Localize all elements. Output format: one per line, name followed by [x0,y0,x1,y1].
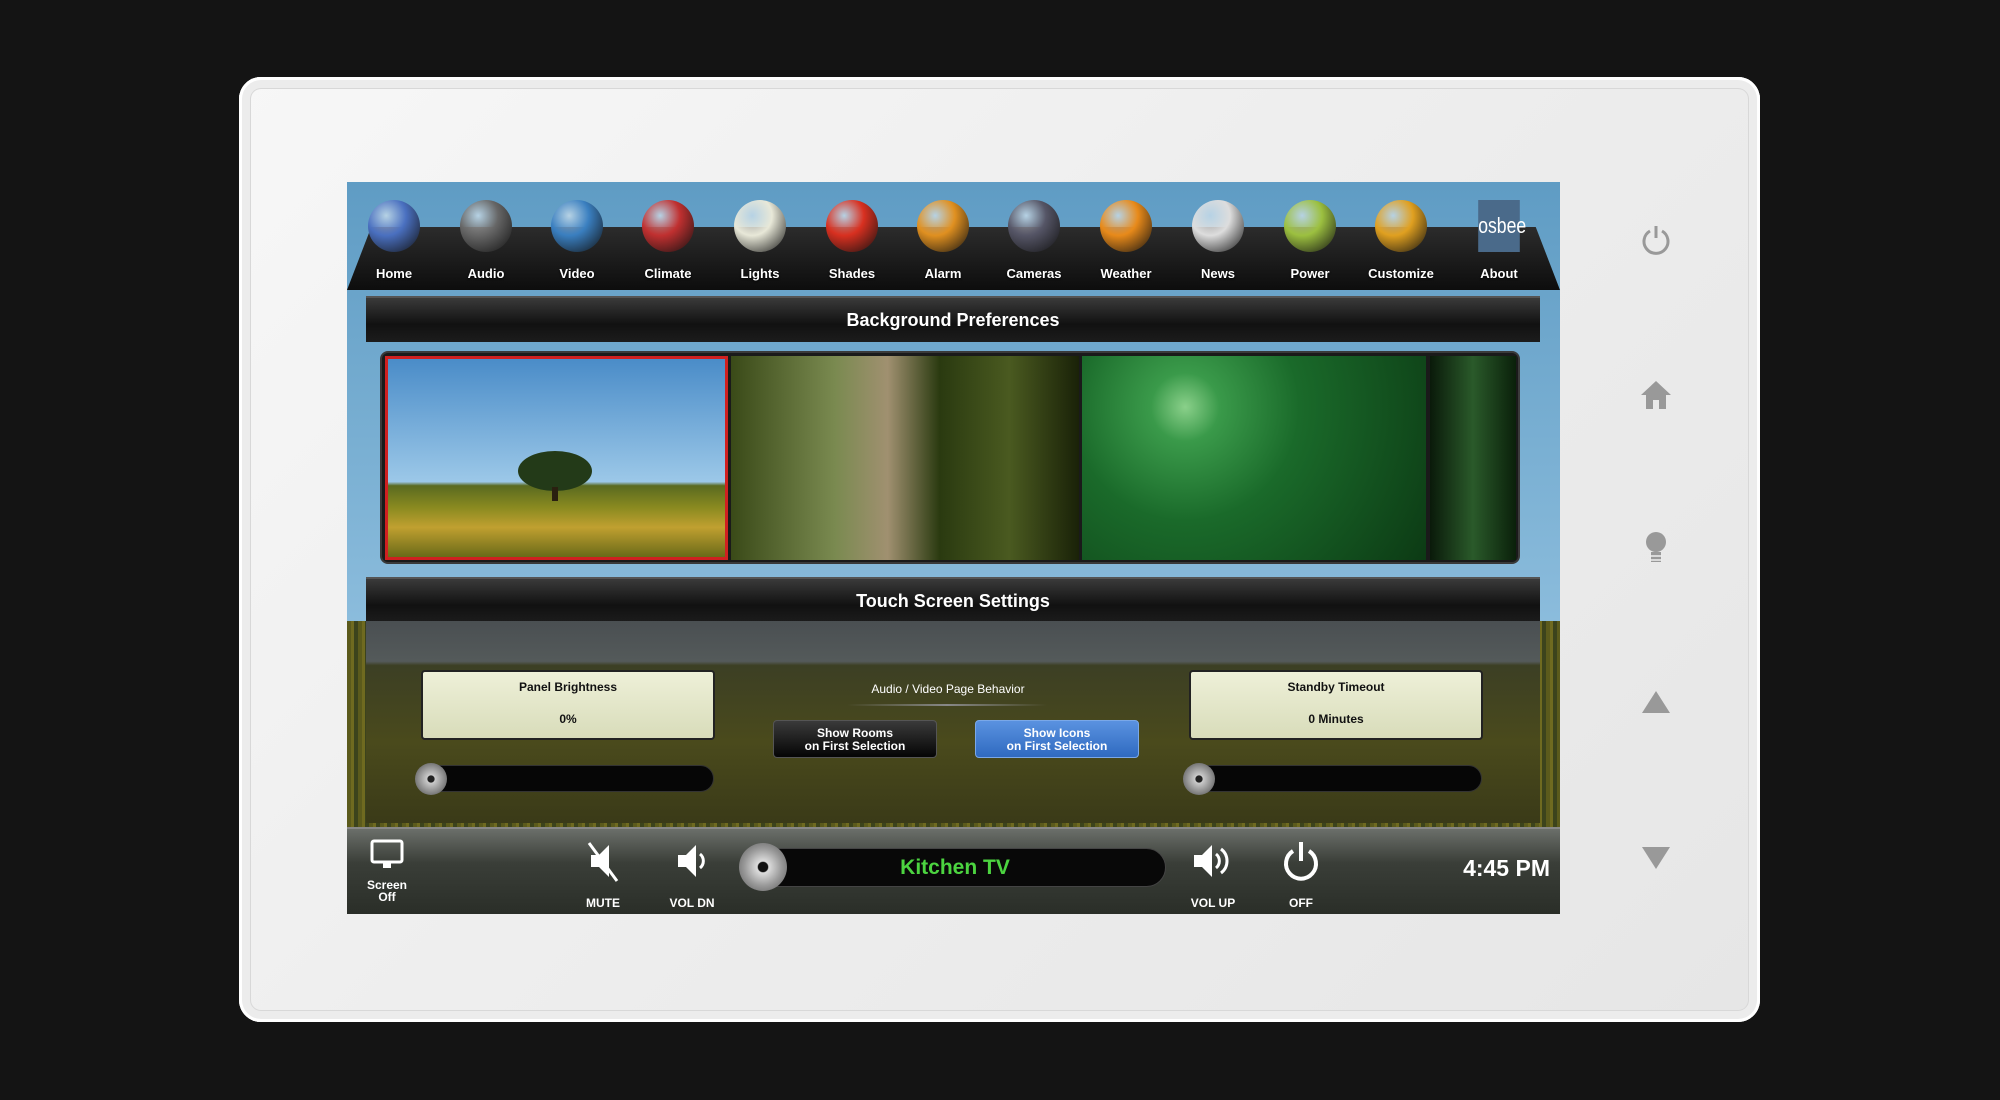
nav-item-label: Weather [1100,266,1152,281]
off-label: OFF [1289,896,1313,910]
nav-item-weather[interactable]: Weather [1086,200,1166,284]
nav-item-cameras[interactable]: Cameras [994,200,1074,284]
osbee-logo: osbee [1478,200,1526,252]
volume-down-icon [678,845,705,877]
touch-screen-settings-header: Touch Screen Settings [366,577,1540,623]
lightbulb-icon [1646,532,1666,562]
nav-item-power[interactable]: Power [1270,200,1350,284]
panel-brightness-display: Panel Brightness 0% [421,670,715,740]
nav-item-about[interactable]: osbee About [1459,200,1539,284]
tree-trunk [552,487,558,501]
vol-dn-label: VOL DN [669,896,715,910]
nav-item-audio[interactable]: Audio [446,200,526,284]
source-knob[interactable] [739,843,787,891]
button-line: Show Icons [1023,726,1091,740]
standby-timeout-slider[interactable] [1183,763,1482,795]
panel-brightness-slider[interactable] [415,763,714,795]
show-rooms-button[interactable]: Show Rooms on First Selection [773,720,937,758]
nav-item-home[interactable]: Home [354,200,434,284]
panel-brightness-label: Panel Brightness [518,680,618,694]
clock: 4:45 PM [1463,855,1550,881]
window-shade-icon [826,200,878,252]
thumbnail-tree-sunflower-field[interactable] [385,356,728,560]
side-home-button[interactable] [1636,375,1676,415]
nav-item-label: Video [559,266,595,281]
thumbnail-spider[interactable] [1082,356,1426,560]
nav-item-label: Alarm [924,266,962,281]
nav-item-label: Audio [467,266,505,281]
off-button[interactable]: OFF [1271,839,1331,909]
nav-item-alarm[interactable]: Alarm [903,200,983,284]
nav-item-label: Home [375,266,413,281]
slider-knob[interactable] [1183,763,1215,795]
nav-item-label: Cameras [1006,266,1062,281]
button-line: on First Selection [804,739,906,753]
source-selector[interactable]: Kitchen TV [739,843,1166,891]
sun-icon [1100,200,1152,252]
nav-item-label: Power [1290,266,1330,281]
panel-brightness-value: 0% [559,712,577,726]
button-line: Show Rooms [816,726,893,740]
side-down-button[interactable] [1636,838,1676,878]
standby-timeout-display: Standby Timeout 0 Minutes [1189,670,1483,740]
background-preferences-header: Background Preferences [366,296,1540,342]
nav-item-label: Climate [644,266,692,281]
lightbulb-icon [734,200,786,252]
vol-up-label: VOL UP [1190,896,1236,910]
side-lights-button[interactable] [1636,528,1676,568]
nav-item-lights[interactable]: Lights [720,200,800,284]
side-up-button[interactable] [1636,682,1676,722]
arrow-up-icon [1642,691,1670,713]
mute-icon [587,842,619,882]
nav-item-climate[interactable]: Climate [628,200,708,284]
bottom-control-bar: Screen Off MUTE VOL DN Kitchen TV VOL UP … [347,827,1560,914]
home-icon [368,200,420,252]
power-icon [1642,226,1670,255]
label: Off [378,890,396,904]
mute-button[interactable]: MUTE [573,839,633,909]
nav-item-video[interactable]: Video [537,200,617,284]
speaker-icon [460,200,512,252]
side-power-button[interactable] [1636,220,1676,260]
film-reel-icon [551,200,603,252]
arrow-down-icon [1642,847,1670,869]
av-behavior-label: Audio / Video Page Behavior [871,682,1025,696]
show-icons-button[interactable]: Show Icons on First Selection [975,720,1139,758]
thermometer-icon [642,200,694,252]
touch-screen: Home Audio Video Climate Lights Shades Alarm Ca… [347,182,1560,914]
source-name: Kitchen TV [900,856,1010,879]
background-thumbnail-strip[interactable] [380,351,1520,564]
monitor-icon [370,839,404,868]
nav-item-label: News [1201,266,1235,281]
padlock-icon [917,200,969,252]
volume-down-button[interactable]: VOL DN [662,839,722,909]
button-line: on First Selection [1006,739,1108,753]
security-camera-icon [1008,200,1060,252]
nav-item-label: Lights [740,266,780,281]
tree-shape [518,451,592,491]
divider [847,704,1047,706]
standby-timeout-value: 0 Minutes [1308,712,1364,726]
nav-item-news[interactable]: News [1178,200,1258,284]
nav-item-label: Shades [828,266,876,281]
volume-up-icon [1194,845,1229,877]
thumbnail-dark-leaf[interactable] [1430,356,1516,560]
nav-item-label: Customize [1368,266,1434,281]
globe-icon [1284,200,1336,252]
home-icon [1641,381,1671,409]
nav-item-shades[interactable]: Shades [812,200,892,284]
photos-icon [1375,200,1427,252]
slider-knob[interactable] [415,763,447,795]
standby-timeout-label: Standby Timeout [1287,680,1385,694]
mute-label: MUTE [586,896,620,910]
volume-up-button[interactable]: VOL UP [1183,839,1243,909]
newspaper-icon [1192,200,1244,252]
screen-off-button[interactable]: Screen Off [357,839,417,903]
power-icon [1284,842,1318,881]
thumbnail-vineyard[interactable] [731,356,1079,560]
nav-item-customize[interactable]: Customize [1361,200,1441,284]
nav-item-label: About [1480,266,1518,281]
